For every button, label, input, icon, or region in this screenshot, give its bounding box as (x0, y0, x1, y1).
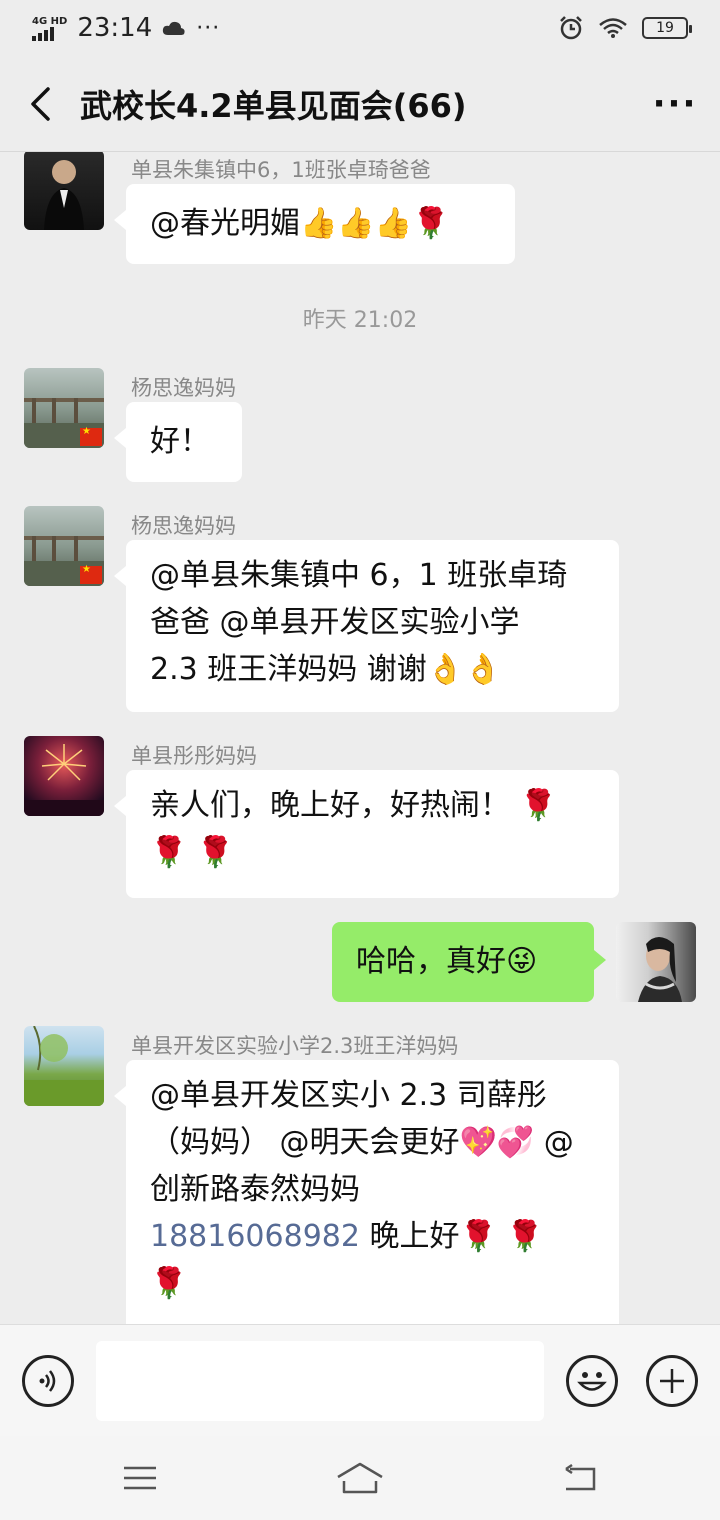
message-bubble[interactable]: 好！ (114, 402, 242, 482)
more-button[interactable]: ··· (630, 56, 720, 152)
sender-name: 杨思逸妈妈 (131, 376, 236, 400)
message-bubble-self[interactable]: 哈哈，真好😜 (332, 922, 606, 1002)
chat-title: 武校长4.2单县见面会(66) (80, 86, 467, 125)
message-text: 好！ (150, 424, 210, 459)
alarm-icon (560, 16, 582, 40)
message-line: @单县开发区实小 2.3 司薛彤 (150, 1078, 547, 1113)
avatar[interactable] (24, 1026, 104, 1106)
message-bubble[interactable]: @单县开发区实小 2.3 司薛彤 （妈妈） @明天会更好💖💞 @ 创新路泰然妈妈… (114, 1060, 619, 1324)
message-line: 亲人们，晚上好，好热闹！ 🌹 (150, 788, 557, 823)
message-bubble[interactable]: @单县朱集镇中 6，1 班张卓琦 爸爸 @单县开发区实验小学 2.3 班王洋妈妈… (114, 540, 619, 712)
home-icon (337, 1462, 383, 1494)
message-line: 爸爸 @单县开发区实验小学 (150, 605, 520, 640)
menu-button[interactable] (115, 1458, 165, 1498)
message-line: 🌹 🌹 (150, 835, 235, 870)
avatar[interactable] (24, 368, 104, 448)
avatar-self[interactable] (616, 922, 696, 1002)
home-button[interactable] (335, 1458, 385, 1498)
back-nav-button[interactable] (555, 1458, 605, 1498)
network-type: 4G HD (32, 15, 68, 27)
plus-button[interactable] (646, 1355, 698, 1407)
sender-name: 杨思逸妈妈 (131, 514, 236, 538)
message-bubble[interactable]: 亲人们，晚上好，好热闹！ 🌹 🌹 🌹 (114, 770, 619, 898)
message-text: 晚上好🌹 🌹 (359, 1219, 544, 1254)
message-line: 18816068982 晚上好🌹 🌹 (150, 1213, 595, 1260)
status-left: 4G HD 23:14 ··· (32, 13, 220, 43)
avatar[interactable] (24, 506, 104, 586)
sender-name: 单县开发区实验小学2.3班王洋妈妈 (131, 1034, 459, 1058)
sender-name: 单县朱集镇中6，1班张卓琦爸爸 (131, 158, 431, 182)
plus-icon (660, 1369, 684, 1393)
avatar[interactable] (24, 152, 104, 230)
sender-name: 单县彤彤妈妈 (131, 744, 257, 768)
flag-badge (80, 564, 102, 584)
status-bar: 4G HD 23:14 ··· 19 (0, 0, 720, 56)
message-line: 🌹 (150, 1266, 188, 1301)
wifi-icon (599, 18, 627, 38)
chat-area[interactable]: 单县朱集镇中6，1班张卓琦爸爸 @春光明媚👍👍👍🌹 昨天 21:02 杨思逸妈妈… (0, 152, 720, 1324)
avatar[interactable] (24, 736, 104, 816)
chat-header: 武校长4.2单县见面会(66) ··· (0, 56, 720, 152)
back-icon (565, 1463, 596, 1491)
system-nav-bar (0, 1436, 720, 1520)
battery-level: 19 (656, 20, 674, 36)
more-icon: ··· (652, 83, 698, 124)
more-dots-icon: ··· (196, 15, 221, 41)
voice-icon (39, 1370, 56, 1392)
emoji-button[interactable] (566, 1355, 618, 1407)
voice-button[interactable] (22, 1355, 74, 1407)
message-text: @春光明媚👍👍👍🌹 (150, 206, 450, 241)
timestamp: 昨天 21:02 (302, 308, 418, 333)
message-input[interactable] (96, 1341, 544, 1421)
message-line: 2.3 班王洋妈妈 谢谢👌👌 (150, 652, 502, 687)
menu-icon (124, 1466, 156, 1490)
message-line: （妈妈） @明天会更好💖💞 @ (150, 1125, 574, 1160)
message-line: @单县朱集镇中 6，1 班张卓琦 (150, 558, 568, 593)
clock: 23:14 (77, 13, 153, 43)
message-text: 哈哈，真好😜 (356, 944, 538, 979)
emoji-icon (577, 1372, 607, 1391)
battery-icon: 19 (642, 17, 692, 39)
message-line: 创新路泰然妈妈 (150, 1172, 360, 1207)
input-bar (0, 1324, 720, 1436)
chevron-left-icon (31, 86, 50, 121)
phone-link[interactable]: 18816068982 (150, 1219, 360, 1254)
cloud-icon (163, 21, 185, 35)
signal-icon: 4G HD (32, 16, 67, 41)
back-button[interactable] (0, 56, 80, 152)
message-bubble[interactable]: @春光明媚👍👍👍🌹 (114, 184, 515, 264)
flag-badge (80, 426, 102, 446)
status-right: 19 (558, 15, 692, 41)
